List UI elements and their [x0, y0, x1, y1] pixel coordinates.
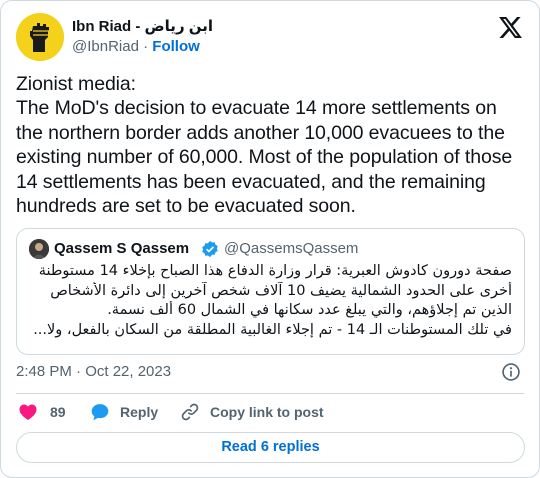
x-logo-icon[interactable]: [499, 17, 522, 38]
copy-link-label: Copy link to post: [210, 404, 324, 420]
quoted-handle: @QassemsQassem: [224, 240, 359, 257]
read-replies-button[interactable]: Read 6 replies: [16, 432, 525, 463]
quoted-text-line: الذين تم إجلاؤهم، والتي يبلغ عدد سكانها …: [107, 302, 512, 319]
action-bar: 89 Reply Copy link to post: [16, 401, 524, 423]
like-button[interactable]: 89: [18, 401, 66, 423]
quoted-text-line: في تلك المستوطنات الـ 14 - تم إجلاء الغا…: [33, 321, 512, 338]
author-handle-line: @IbnRiad · Follow: [72, 37, 213, 57]
author-display-name[interactable]: Ibn Riad - ابن رياض: [72, 17, 213, 37]
quoted-text: صفحة دورون كادوش العبرية: قرار وزارة الد…: [27, 262, 512, 340]
quoted-tweet[interactable]: Qassem S Qassem @QassemsQassem صفحة دورو…: [16, 228, 525, 355]
copy-link-button[interactable]: Copy link to post: [180, 401, 324, 423]
quoted-text-line: صفحة دورون كادوش العبرية: قرار وزارة الد…: [38, 263, 512, 279]
separator-dot: ·: [143, 38, 149, 55]
person-photo-icon: [29, 239, 49, 259]
author-avatar[interactable]: [16, 13, 64, 61]
link-icon: [181, 403, 199, 421]
speech-bubble-icon: [91, 404, 109, 421]
raised-fist-icon: [16, 13, 64, 61]
quoted-text-line: أخرى على الحدود الشمالية يضيف 10 آلاف شخ…: [50, 282, 512, 299]
tweet-header: Ibn Riad - ابن رياض @IbnRiad · Follow: [16, 13, 524, 61]
tweet-card: Ibn Riad - ابن رياض @IbnRiad · Follow Zi…: [0, 0, 540, 478]
like-count: 89: [50, 404, 66, 420]
heart-icon: [19, 404, 37, 420]
tweet-text: Zionist media: The MoD's decision to eva…: [16, 73, 513, 218]
timestamp[interactable]: 2:48 PM · Oct 22, 2023: [16, 363, 171, 380]
verified-badge-icon: [202, 240, 218, 258]
divider: [16, 393, 524, 394]
quoted-avatar: [29, 239, 49, 259]
quoted-display-name: Qassem S Qassem: [54, 240, 190, 257]
author-names: Ibn Riad - ابن رياض @IbnRiad · Follow: [72, 17, 213, 57]
reply-label: Reply: [120, 404, 159, 420]
follow-button[interactable]: Follow: [152, 38, 200, 55]
reply-button[interactable]: Reply: [90, 401, 158, 423]
info-icon[interactable]: [501, 362, 521, 382]
author-handle[interactable]: @IbnRiad: [72, 38, 139, 55]
timestamp-row: 2:48 PM · Oct 22, 2023: [16, 362, 524, 382]
